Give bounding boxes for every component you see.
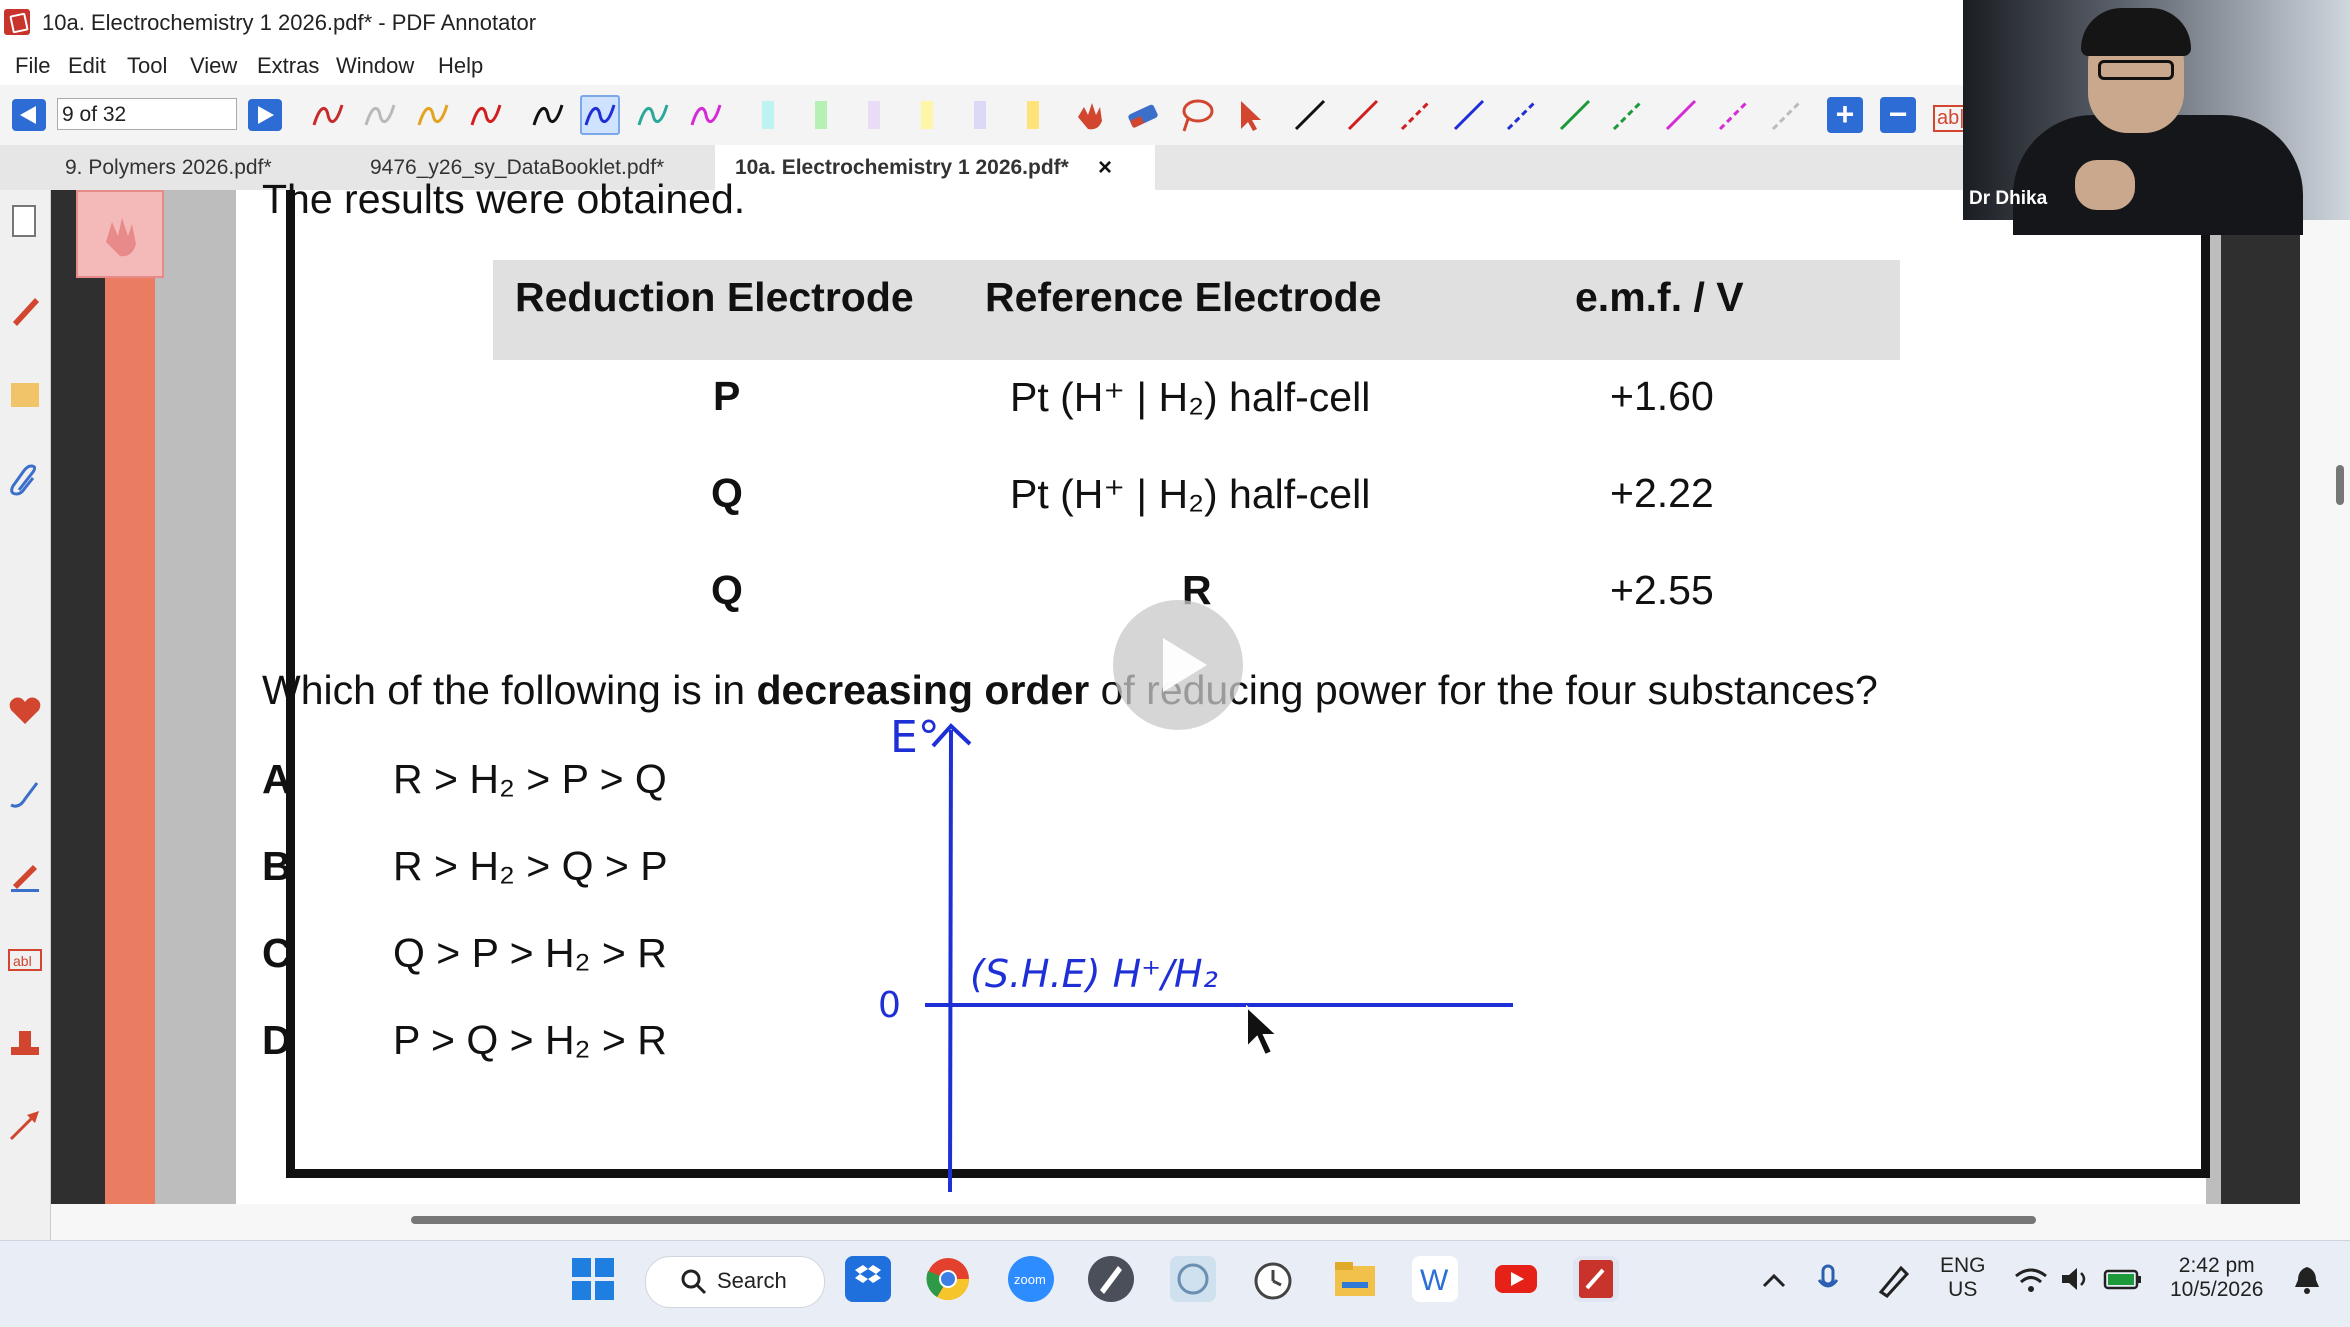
pen-input-icon[interactable] bbox=[1875, 1262, 1911, 1298]
show-hidden-icons-chevron[interactable] bbox=[1760, 1268, 1788, 1292]
participant-name: Dr Dhika bbox=[1969, 188, 2048, 209]
dropbox-icon[interactable] bbox=[845, 1256, 891, 1302]
wifi-icon[interactable] bbox=[2014, 1264, 2048, 1294]
search-icon bbox=[681, 1269, 707, 1295]
vertical-scroll-thumb[interactable] bbox=[2336, 465, 2344, 505]
annotation-y-axis bbox=[948, 729, 953, 1193]
notifications-bell-icon[interactable] bbox=[2292, 1264, 2322, 1294]
chrome-icon[interactable] bbox=[925, 1256, 971, 1302]
volume-icon[interactable] bbox=[2058, 1264, 2092, 1294]
webcam-video-overlay: Dr Dhika bbox=[1963, 0, 2350, 235]
annotation-zero-label: 0 bbox=[878, 985, 901, 1026]
video-play-button[interactable] bbox=[1113, 600, 1243, 730]
microphone-icon[interactable] bbox=[1815, 1262, 1851, 1298]
vertical-scrollbar[interactable] bbox=[2300, 190, 2350, 1240]
horizontal-scrollbar[interactable] bbox=[51, 1204, 2300, 1240]
presenter-hair bbox=[2081, 8, 2191, 56]
youtube-icon[interactable] bbox=[1493, 1256, 1539, 1302]
language-indicator[interactable]: ENG US bbox=[1940, 1254, 1986, 1302]
start-menu-icon[interactable] bbox=[570, 1256, 616, 1302]
annotation-she-label: (S.H.E) H⁺/H₂ bbox=[970, 952, 1218, 996]
svg-text:zoom: zoom bbox=[1014, 1272, 1046, 1287]
file-explorer-icon[interactable] bbox=[1332, 1256, 1378, 1302]
presenter-glasses bbox=[2098, 60, 2174, 80]
word-app-icon[interactable]: W bbox=[1412, 1256, 1458, 1302]
clock-time-date[interactable]: 2:42 pm 10/5/2026 bbox=[2170, 1254, 2263, 1302]
battery-icon[interactable] bbox=[2103, 1266, 2143, 1292]
svg-text:W: W bbox=[1420, 1264, 1449, 1297]
mouse-cursor-icon bbox=[1246, 1005, 1280, 1057]
annotation-e-standard-label: E° bbox=[890, 712, 940, 763]
presenter-body bbox=[2013, 115, 2303, 235]
horizontal-scroll-thumb[interactable] bbox=[411, 1216, 2036, 1224]
remote-app-icon[interactable] bbox=[1170, 1256, 1216, 1302]
pen-settings-icon[interactable] bbox=[1088, 1256, 1134, 1302]
zoom-icon[interactable]: zoom bbox=[1008, 1256, 1054, 1302]
taskbar-search-label: Search bbox=[717, 1268, 787, 1293]
clock-app-icon[interactable] bbox=[1250, 1256, 1296, 1302]
presenter-hand bbox=[2075, 160, 2135, 210]
pdf-annotator-taskbar-icon[interactable] bbox=[1573, 1256, 1619, 1302]
